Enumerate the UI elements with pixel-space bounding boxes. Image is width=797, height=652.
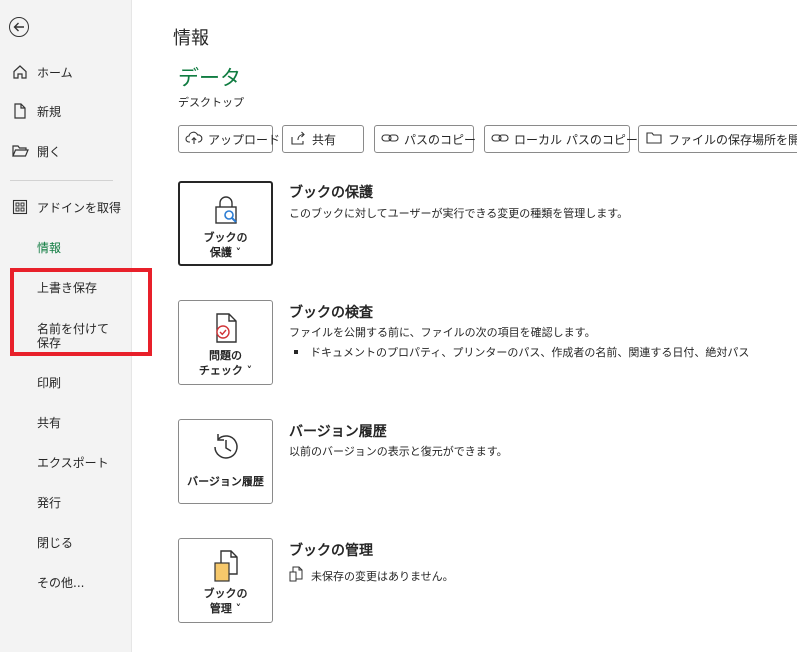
sidebar-item-label: その他... bbox=[37, 575, 85, 590]
open-file-location-button[interactable]: ファイルの保存場所を開く bbox=[638, 125, 797, 153]
manage-workbook-status: 未保存の変更はありません。 bbox=[289, 566, 454, 585]
history-clock-icon bbox=[209, 430, 243, 464]
sidebar-item-info[interactable]: 情報 bbox=[0, 229, 131, 265]
manage-workbook-status-text: 未保存の変更はありません。 bbox=[311, 569, 454, 583]
upload-label: アップロード bbox=[208, 132, 281, 147]
sidebar-item-publish[interactable]: 発行 bbox=[0, 484, 131, 520]
sidebar-item-get-addins[interactable]: アドインを取得 bbox=[0, 189, 131, 225]
version-history-button[interactable]: バージョン履歴 bbox=[178, 419, 273, 504]
sidebar-item-label: エクスポート bbox=[37, 455, 109, 470]
link-icon bbox=[381, 131, 399, 148]
document-status-icon bbox=[289, 566, 303, 585]
sidebar-item-open[interactable]: 開く bbox=[0, 133, 131, 169]
bullet-dot bbox=[294, 350, 298, 354]
back-arrow-icon[interactable] bbox=[9, 17, 29, 37]
sidebar-divider bbox=[10, 180, 113, 181]
sidebar-item-label: 閉じる bbox=[37, 535, 74, 550]
sidebar-item-label: 新規 bbox=[37, 104, 62, 119]
sidebar-item-share[interactable]: 共有 bbox=[0, 404, 131, 440]
protect-workbook-title: ブックの保護 bbox=[289, 185, 373, 201]
upload-button[interactable]: アップロード bbox=[178, 125, 280, 153]
document-path[interactable]: デスクトップ bbox=[178, 94, 244, 110]
info-pane: 情報 データ デスクトップ アップロード 共有 パスのコピー ローカル パスのコ… bbox=[132, 0, 797, 652]
protect-workbook-label: ブックの 保護 ˅ bbox=[203, 231, 248, 259]
check-for-issues-label: 問題の チェック ˅ bbox=[198, 349, 253, 377]
manage-document-icon bbox=[209, 549, 243, 583]
copy-local-path-label: ローカル パスのコピー bbox=[514, 132, 638, 147]
copy-local-path-button[interactable]: ローカル パスのコピー bbox=[484, 125, 638, 153]
share-button[interactable]: 共有 bbox=[282, 125, 364, 153]
addins-grid-icon bbox=[11, 198, 29, 216]
sidebar-item-more[interactable]: その他... bbox=[0, 564, 131, 600]
protect-workbook-button[interactable]: ブックの 保護 ˅ bbox=[178, 181, 273, 266]
inspect-workbook-desc: ファイルを公開する前に、ファイルの次の項目を確認します。 bbox=[289, 326, 596, 339]
manage-workbook-title: ブックの管理 bbox=[289, 543, 373, 559]
sidebar-item-print[interactable]: 印刷 bbox=[0, 364, 131, 400]
document-check-icon bbox=[209, 311, 243, 345]
open-file-location-label: ファイルの保存場所を開く bbox=[668, 132, 797, 147]
version-history-desc: 以前のバージョンの表示と復元ができます。 bbox=[289, 445, 508, 458]
version-history-title: バージョン履歴 bbox=[289, 424, 387, 440]
sidebar-item-home[interactable]: ホーム bbox=[0, 54, 131, 90]
version-history-label: バージョン履歴 bbox=[187, 475, 264, 488]
check-for-issues-button[interactable]: 問題の チェック ˅ bbox=[178, 300, 273, 385]
highlight-annotation-box bbox=[10, 268, 152, 356]
sidebar-item-label: 印刷 bbox=[37, 375, 62, 390]
share-label: 共有 bbox=[312, 132, 337, 147]
sidebar-item-new[interactable]: 新規 bbox=[0, 93, 131, 129]
lock-search-icon bbox=[209, 193, 243, 227]
page-title: 情報 bbox=[173, 28, 209, 49]
document-name: データ bbox=[178, 66, 241, 90]
sidebar-item-export[interactable]: エクスポート bbox=[0, 444, 131, 480]
cloud-upload-icon bbox=[185, 130, 203, 149]
sidebar-item-label: 共有 bbox=[37, 415, 62, 430]
link-icon bbox=[491, 131, 509, 148]
manage-workbook-button[interactable]: ブックの 管理 ˅ bbox=[178, 538, 273, 623]
share-icon bbox=[289, 130, 307, 149]
copy-path-label: パスのコピー bbox=[404, 132, 477, 147]
sidebar-item-label: アドインを取得 bbox=[37, 200, 122, 215]
sidebar-item-label: 情報 bbox=[37, 240, 62, 255]
copy-path-button[interactable]: パスのコピー bbox=[374, 125, 477, 153]
inspect-bullet-text: ドキュメントのプロパティ、プリンターのパス、作成者の名前、関連する日付、絶対パス bbox=[310, 346, 750, 359]
protect-workbook-desc: このブックに対してユーザーが実行できる変更の種類を管理します。 bbox=[289, 207, 629, 220]
sidebar-item-close[interactable]: 閉じる bbox=[0, 524, 131, 560]
sidebar-item-label: 開く bbox=[37, 144, 62, 159]
inspect-bullet: ドキュメントのプロパティ、プリンターのパス、作成者の名前、関連する日付、絶対パス bbox=[294, 344, 749, 360]
inspect-workbook-title: ブックの検査 bbox=[289, 305, 373, 321]
manage-workbook-label: ブックの 管理 ˅ bbox=[203, 587, 248, 615]
folder-open-icon bbox=[11, 142, 29, 160]
sidebar-item-label: ホーム bbox=[37, 65, 73, 80]
home-icon bbox=[11, 63, 29, 81]
new-document-icon bbox=[11, 102, 29, 120]
folder-icon bbox=[645, 130, 663, 149]
sidebar-item-label: 発行 bbox=[37, 495, 62, 510]
